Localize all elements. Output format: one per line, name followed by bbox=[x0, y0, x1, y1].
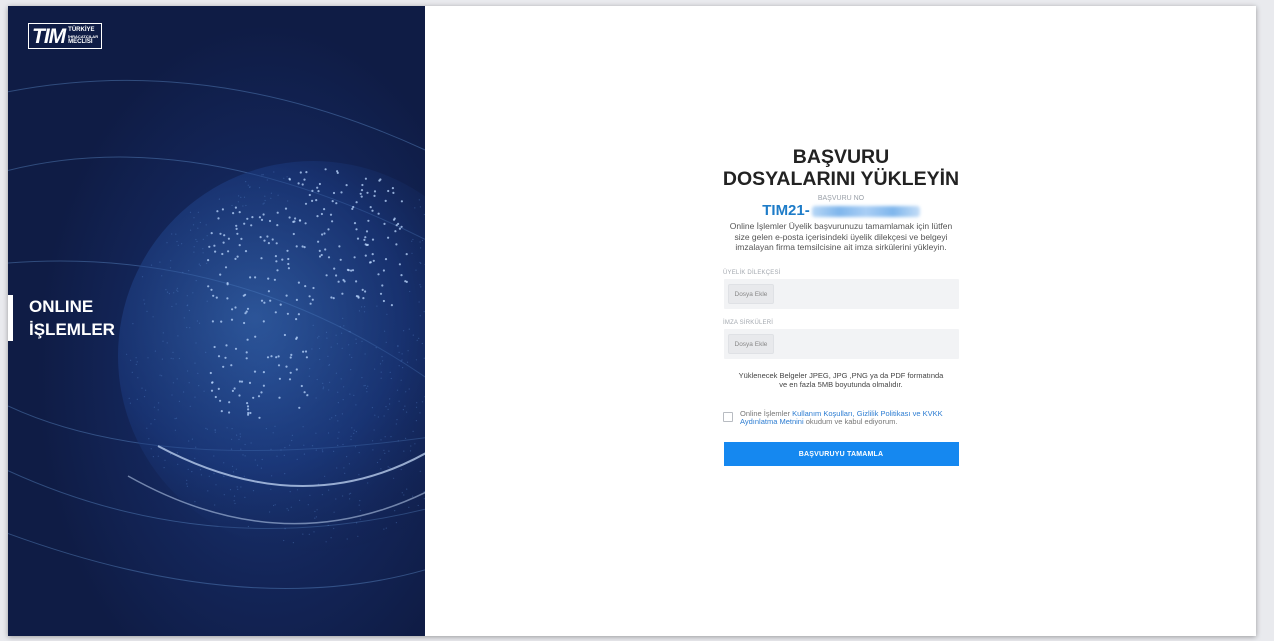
intro-text: Online İşlemler Üyelik başvurunuzu tamam… bbox=[729, 221, 953, 252]
page-frame: TIM TÜRKİYE İHRACATÇILAR MECLİSİ ONLINE … bbox=[8, 6, 1256, 636]
membership-petition-label: ÜYELİK DİLEKÇESİ bbox=[723, 269, 781, 276]
consent-checkbox[interactable] bbox=[723, 411, 733, 422]
complete-application-button[interactable]: BAŞVURUYU TAMAMLA bbox=[723, 441, 959, 466]
signature-circular-label: İMZA SİRKÜLERİ bbox=[723, 319, 774, 326]
add-file-button[interactable]: Dosya Ekle bbox=[727, 333, 775, 354]
side-title-line-2: İŞLEMLER bbox=[29, 320, 115, 339]
consent-row: Online İşlemler Kullanım Koşulları, Gizl… bbox=[723, 409, 959, 427]
page-title-line-2: DOSYALARINI YÜKLEYİN bbox=[722, 168, 960, 190]
file-format-note: Yüklenecek Belgeler JPEG, JPG ,PNG ya da… bbox=[726, 371, 956, 390]
application-no: TIM21- bbox=[762, 203, 920, 219]
add-file-button[interactable]: Dosya Ekle bbox=[727, 283, 775, 304]
signature-circular-upload[interactable]: Dosya Ekle bbox=[723, 328, 959, 359]
application-no-redacted bbox=[811, 205, 920, 217]
page-title-line-1: BAŞVURU bbox=[792, 146, 890, 168]
side-title-line-1: ONLINE bbox=[29, 297, 94, 316]
upload-form: BAŞVURU DOSYALARINI YÜKLEYİN BAŞVURU NO … bbox=[723, 146, 959, 466]
left-panel: TIM TÜRKİYE İHRACATÇILAR MECLİSİ ONLINE … bbox=[8, 6, 425, 636]
logo-line-3: MECLİSİ bbox=[68, 38, 93, 45]
file-format-note-line-1: Yüklenecek Belgeler JPEG, JPG ,PNG ya da… bbox=[738, 370, 944, 380]
side-title: ONLINE İŞLEMLER bbox=[8, 295, 115, 341]
logo-words: TÜRKİYE İHRACATÇILAR MECLİSİ bbox=[68, 27, 98, 45]
tim-logo: TIM TÜRKİYE İHRACATÇILAR MECLİSİ bbox=[28, 23, 103, 49]
consent-suffix: okudum ve kabul ediyorum. bbox=[803, 417, 898, 426]
application-no-label: BAŞVURU NO bbox=[817, 195, 865, 202]
page-title: BAŞVURU DOSYALARINI YÜKLEYİN bbox=[723, 146, 959, 190]
application-no-prefix: TIM21- bbox=[762, 202, 810, 219]
consent-text: Online İşlemler Kullanım Koşulları, Gizl… bbox=[740, 409, 959, 427]
file-format-note-line-2: ve en fazla 5MB boyutunda olmalıdır. bbox=[779, 380, 903, 389]
logo-mark: TIM bbox=[32, 24, 66, 48]
membership-petition-upload[interactable]: Dosya Ekle bbox=[723, 278, 959, 309]
